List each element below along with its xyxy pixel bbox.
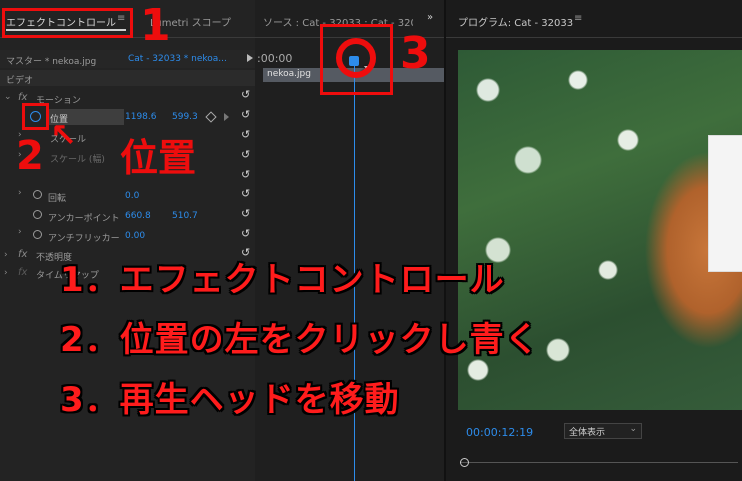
chevron-down-icon: ⌄ [629, 424, 637, 434]
program-playhead-icon[interactable] [460, 458, 469, 467]
panel-overflow-icon[interactable]: » [427, 12, 433, 23]
program-monitor-panel: プログラム: Cat - 32033 ≡ 00:00:12:19 全体表示 ⌄ [444, 0, 742, 481]
next-keyframe-icon[interactable] [224, 113, 229, 121]
antiflicker-value[interactable]: 0.00 [125, 231, 145, 241]
annotation-box-1 [2, 8, 133, 38]
zoom-select[interactable]: 全体表示 ⌄ [564, 423, 642, 439]
instruction-line-3: 3．再生ヘッドを移動 [60, 380, 400, 420]
chevron-right-icon[interactable]: › [18, 227, 22, 237]
anchor-stopwatch-icon[interactable] [33, 210, 42, 219]
position-x-value[interactable]: 1198.6 [125, 112, 157, 122]
reset-icon[interactable]: ↺ [241, 207, 250, 220]
video-section-header [0, 70, 255, 86]
program-title[interactable]: プログラム: Cat - 32033 [458, 14, 573, 29]
position-y-value[interactable]: 599.3 [172, 112, 198, 122]
reset-icon[interactable]: ↺ [241, 187, 250, 200]
program-menu-icon[interactable]: ≡ [574, 13, 582, 24]
reset-icon[interactable]: ↺ [241, 108, 250, 121]
add-keyframe-icon[interactable] [205, 111, 217, 123]
timeline-timecode[interactable]: :00:00 [257, 52, 292, 65]
rotation-value[interactable]: 0.0 [125, 191, 139, 201]
master-clip-label[interactable]: マスター * nekoa.jpg [6, 54, 96, 67]
program-scrub-bar[interactable] [460, 462, 738, 463]
chevron-right-icon[interactable]: › [18, 188, 22, 198]
fx-icon[interactable]: fx [18, 267, 27, 278]
annotation-box-2 [22, 103, 49, 130]
reset-icon[interactable]: ↺ [241, 88, 250, 101]
reset-icon[interactable]: ↺ [241, 128, 250, 141]
annotation-circle-3 [336, 38, 376, 78]
sticker-image [708, 135, 742, 272]
chevron-right-icon[interactable]: › [4, 250, 8, 260]
fx-icon[interactable]: fx [18, 92, 27, 103]
anchor-label: アンカーポイント [48, 214, 120, 224]
program-timecode[interactable]: 00:00:12:19 [466, 426, 533, 439]
section-video: ビデオ [6, 76, 34, 86]
annotation-arrow-icon: ↖ [50, 116, 77, 154]
sequence-clip-label[interactable]: Cat - 32033 * nekoa... [128, 54, 227, 64]
fx-icon[interactable]: fx [18, 249, 27, 260]
play-only-clip-icon[interactable] [247, 54, 253, 62]
rotation-stopwatch-icon[interactable] [33, 190, 42, 199]
annotation-position-label: 位置 [120, 136, 197, 180]
instruction-line-2: 2．位置の左をクリックし青く [60, 320, 540, 360]
anchor-x-value[interactable]: 660.8 [125, 211, 151, 221]
annotation-number-2: 2 [16, 133, 44, 179]
anchor-y-value[interactable]: 510.7 [172, 211, 198, 221]
antiflicker-stopwatch-icon[interactable] [33, 230, 42, 239]
chevron-right-icon[interactable]: › [4, 268, 8, 278]
annotation-number-3: 3 [400, 28, 431, 79]
reset-icon[interactable]: ↺ [241, 148, 250, 161]
reset-icon[interactable]: ↺ [241, 168, 250, 181]
reset-icon[interactable]: ↺ [241, 227, 250, 240]
clip-bar-label: nekoa.jpg [267, 69, 311, 79]
zoom-select-value: 全体表示 [569, 428, 606, 438]
instruction-line-1: 1．エフェクトコントロール [60, 260, 505, 300]
chevron-down-icon[interactable]: ⌄ [4, 92, 12, 102]
rotation-label: 回転 [48, 194, 67, 204]
annotation-number-1: 1 [140, 0, 171, 51]
antiflicker-label: アンチフリッカー [48, 234, 120, 244]
divider [446, 37, 742, 38]
